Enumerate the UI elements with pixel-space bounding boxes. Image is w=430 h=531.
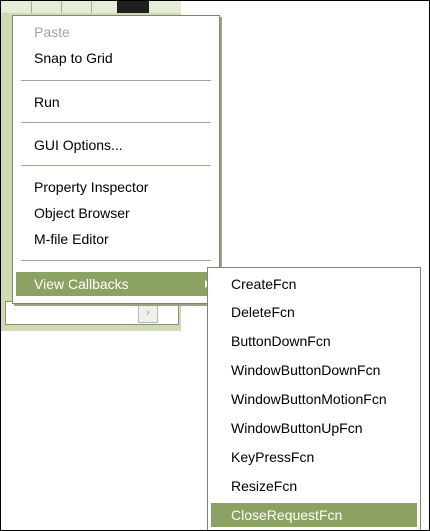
menu-item-label: Run (34, 94, 60, 110)
menu-item-label: Property Inspector (34, 179, 149, 195)
scroll-right-arrow-icon[interactable]: › (138, 303, 158, 323)
submenu-item-label: CreateFcn (231, 276, 297, 292)
submenu-item-windowbuttonmotionfcn[interactable]: WindowButtonMotionFcn (211, 387, 417, 411)
submenu-item-label: DeleteFcn (231, 304, 295, 320)
background-dark-block (117, 1, 149, 13)
menu-separator (21, 80, 211, 81)
toolbar-cell (31, 1, 62, 13)
menu-item-property-inspector[interactable]: Property Inspector (16, 175, 216, 199)
submenu-item-keypressfcn[interactable]: KeyPressFcn (211, 445, 417, 469)
submenu-item-label: WindowButtonDownFcn (231, 362, 381, 378)
menu-item-view-callbacks[interactable]: View Callbacks (16, 272, 216, 296)
submenu-item-resizefcn[interactable]: ResizeFcn (211, 474, 417, 498)
context-menu: Paste Snap to Grid Run GUI Options... Pr… (12, 15, 220, 304)
menu-item-label: GUI Options... (34, 137, 123, 153)
menu-item-label: Paste (34, 24, 70, 40)
submenu-item-closerequestfcn[interactable]: CloseRequestFcn (211, 503, 417, 527)
submenu-item-buttondownfcn[interactable]: ButtonDownFcn (211, 329, 417, 353)
menu-separator (21, 165, 211, 166)
menu-separator (21, 122, 211, 123)
toolbar-cell (1, 1, 32, 13)
menu-separator (21, 260, 211, 261)
callbacks-submenu: CreateFcn DeleteFcn ButtonDownFcn Window… (207, 267, 421, 531)
menu-item-m-file-editor[interactable]: M-file Editor (16, 227, 216, 251)
menu-item-object-browser[interactable]: Object Browser (16, 201, 216, 225)
submenu-item-label: ResizeFcn (231, 478, 298, 494)
submenu-item-deletefcn[interactable]: DeleteFcn (211, 300, 417, 324)
menu-item-paste[interactable]: Paste (16, 20, 216, 44)
submenu-item-label: KeyPressFcn (231, 449, 315, 465)
menu-item-label: M-file Editor (34, 231, 109, 247)
submenu-item-label: WindowButtonUpFcn (231, 420, 363, 436)
background-toolbar-strip (1, 1, 181, 13)
submenu-item-label: ButtonDownFcn (231, 333, 331, 349)
menu-item-label: Object Browser (34, 205, 130, 221)
submenu-item-windowbuttonupfcn[interactable]: WindowButtonUpFcn (211, 416, 417, 440)
menu-item-gui-options[interactable]: GUI Options... (16, 133, 216, 157)
submenu-item-windowbuttondownfcn[interactable]: WindowButtonDownFcn (211, 358, 417, 382)
menu-item-label: View Callbacks (34, 276, 129, 292)
toolbar-cell (91, 1, 118, 13)
toolbar-cell (61, 1, 92, 13)
submenu-item-label: CloseRequestFcn (231, 507, 343, 523)
submenu-item-createfcn[interactable]: CreateFcn (211, 272, 417, 296)
submenu-item-label: WindowButtonMotionFcn (231, 391, 387, 407)
menu-item-run[interactable]: Run (16, 90, 216, 114)
menu-item-label: Snap to Grid (34, 50, 113, 66)
menu-item-snap-to-grid[interactable]: Snap to Grid (16, 46, 216, 70)
